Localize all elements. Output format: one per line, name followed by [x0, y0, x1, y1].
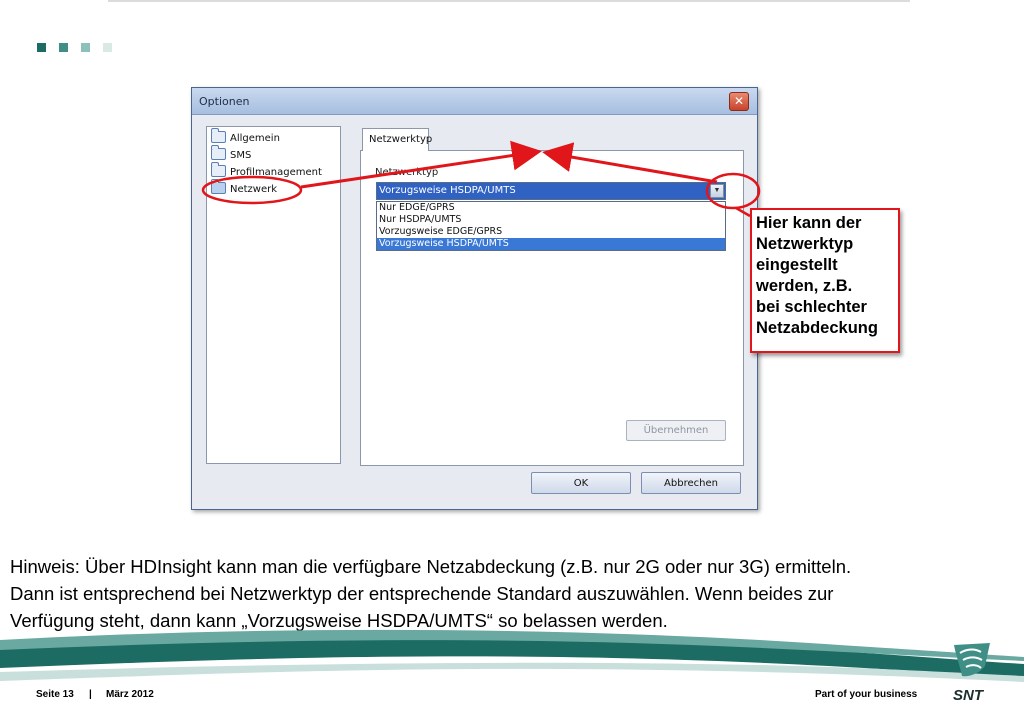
- footer-date: März 2012: [106, 689, 154, 700]
- callout-box: Hier kann der Netzwerktyp eingestellt we…: [750, 208, 900, 353]
- dialog-title: Optionen: [199, 95, 250, 108]
- hint-line: Hinweis: Über HDInsight kann man die ver…: [10, 556, 852, 577]
- accent-square-2: [59, 43, 68, 52]
- ok-button[interactable]: OK: [531, 472, 631, 494]
- accent-square-3: [81, 43, 90, 52]
- tree-item-profilmanagement[interactable]: Profilmanagement: [211, 162, 322, 182]
- tree-item-label: Netzwerk: [230, 184, 278, 195]
- hint-line: Dann ist entsprechend bei Netzwerktyp de…: [10, 583, 834, 604]
- folder-icon: [211, 162, 226, 177]
- footer-separator: |: [89, 689, 92, 700]
- option-nur-hsdpa-umts[interactable]: Nur HSDPA/UMTS: [377, 214, 725, 226]
- tree-item-label: Allgemein: [230, 133, 280, 144]
- hint-line: Verfügung steht, dann kann „Vorzugsweise…: [10, 610, 668, 631]
- tree-item-label: Profilmanagement: [230, 167, 322, 178]
- netzwerktyp-label: Netzwerktyp: [375, 167, 439, 178]
- tree-item-allgemein[interactable]: Allgemein: [211, 128, 280, 148]
- select-value: Vorzugsweise HSDPA/UMTS: [379, 185, 516, 196]
- folder-open-icon: [211, 179, 226, 194]
- option-vorzugsweise-hsdpa-umts[interactable]: Vorzugsweise HSDPA/UMTS: [377, 238, 725, 250]
- netzwerktyp-dropdown: Nur EDGE/GPRS Nur HSDPA/UMTS Vorzugsweis…: [376, 201, 726, 251]
- tab-panel: Netzwerktyp Vorzugsweise HSDPA/UMTS ▼ Nu…: [360, 150, 744, 466]
- logo-text: SNT: [953, 687, 985, 704]
- accent-square-4: [103, 43, 112, 52]
- hint-text: Hinweis: Über HDInsight kann man die ver…: [10, 553, 1010, 634]
- options-tree: Allgemein SMS Profilmanagement Netzwerk: [206, 126, 341, 464]
- options-dialog: Optionen ✕ Allgemein SMS Profilmanagemen…: [191, 87, 758, 510]
- option-nur-edge-gprs[interactable]: Nur EDGE/GPRS: [377, 202, 725, 214]
- tree-item-label: SMS: [230, 150, 252, 161]
- accent-square-1: [37, 43, 46, 52]
- tree-item-netzwerk[interactable]: Netzwerk: [211, 179, 278, 199]
- folder-icon: [211, 145, 226, 160]
- option-vorzugsweise-edge-gprs[interactable]: Vorzugsweise EDGE/GPRS: [377, 226, 725, 238]
- top-divider: [108, 0, 910, 2]
- footer-slogan: Part of your business: [815, 689, 918, 700]
- page-number: Seite 13: [36, 689, 74, 700]
- chevron-down-icon[interactable]: ▼: [710, 184, 724, 198]
- close-icon[interactable]: ✕: [729, 92, 749, 111]
- cancel-button[interactable]: Abbrechen: [641, 472, 741, 494]
- netzwerktyp-select[interactable]: Vorzugsweise HSDPA/UMTS ▼: [376, 182, 726, 200]
- folder-icon: [211, 128, 226, 143]
- apply-button[interactable]: Übernehmen: [626, 420, 726, 441]
- dialog-titlebar[interactable]: Optionen ✕: [192, 88, 757, 115]
- tab-netzwerktyp[interactable]: Netzwerktyp: [362, 128, 432, 151]
